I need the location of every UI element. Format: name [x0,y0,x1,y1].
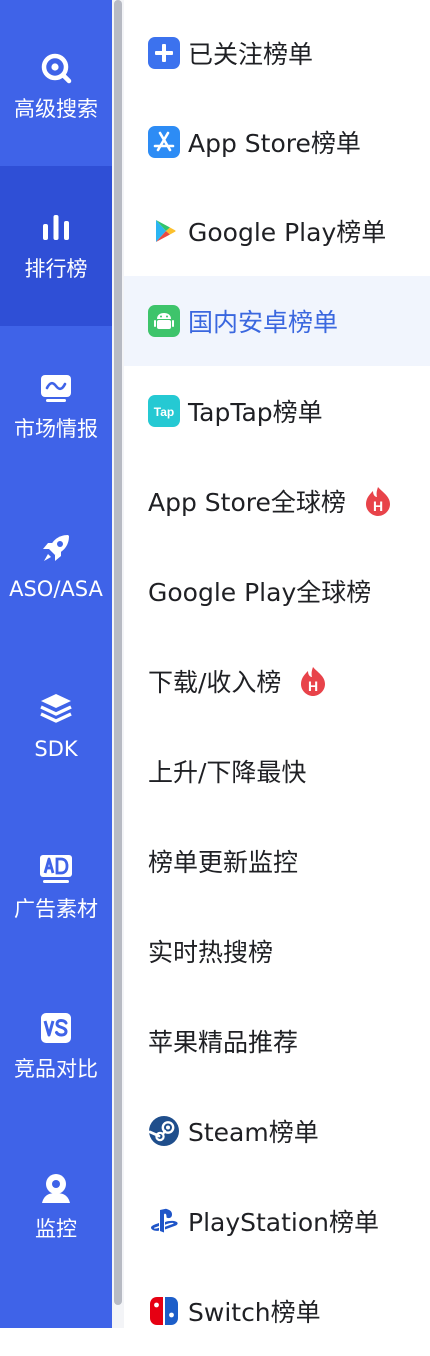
menu-item-label: App Store全球榜 [148,488,346,517]
menu-item-label: Google Play全球榜 [148,578,372,607]
menu-item-label: 已关注榜单 [188,40,314,69]
menu-item-ranking-update-monitor[interactable]: 榜单更新监控 [124,816,430,906]
menu-item-label: PlayStation榜单 [188,1208,380,1237]
scrollbar-thumb[interactable] [114,0,122,1305]
rocket-icon [43,535,69,561]
svg-text:Tap: Tap [154,405,174,419]
menu-item-label: 实时热搜榜 [148,938,274,967]
menu-item-google-play-global[interactable]: Google Play全球榜 [124,546,430,636]
menu-item-china-android-rankings[interactable]: 国内安卓榜单 [124,276,430,366]
menu-item-followed-rankings[interactable]: 已关注榜单 [124,8,430,98]
taptap-icon: Tap [148,395,180,427]
sidebar-item-label: SDK [34,737,78,761]
menu-item-taptap-rankings[interactable]: Tap TapTap榜单 [124,366,430,456]
plus-icon [148,37,180,69]
sidebar-item-label: ASO/ASA [9,577,103,601]
hot-badge-icon: H [301,667,326,696]
sidebar-item-label: 排行榜 [24,257,88,281]
menu-item-label: Switch榜单 [188,1298,321,1327]
ad-icon [40,855,72,883]
sidebar-item-aso-asa[interactable]: ASO/ASA [0,486,112,646]
vs-icon [41,1013,71,1043]
bar-chart-icon [43,215,69,240]
menu-item-app-store-global[interactable]: App Store全球榜 H [124,456,430,546]
sidebar-item-ad-creatives[interactable]: 广告素材 [0,806,112,966]
sidebar-item-label: 竞品对比 [14,1057,98,1081]
menu-item-app-store-rankings[interactable]: App Store榜单 [124,97,430,187]
menu-item-label: App Store榜单 [188,129,361,158]
playstation-icon [151,1208,178,1233]
menu-item-label: 上升/下降最快 [148,758,307,787]
menu-item-steam-rankings[interactable]: Steam榜单 [124,1086,430,1176]
sidebar-item-label: 高级搜索 [14,97,98,121]
sidebar-item-market-intel[interactable]: 市场情报 [0,326,112,486]
menu-item-download-revenue[interactable]: 下载/收入榜 H [124,636,430,726]
sidebar-item-competitor-compare[interactable]: 竞品对比 [0,966,112,1126]
menu-item-fastest-movers[interactable]: 上升/下降最快 [124,726,430,816]
sidebar-item-sdk[interactable]: SDK [0,646,112,806]
menu-item-playstation-rankings[interactable]: PlayStation榜单 [124,1176,430,1266]
menu-item-label: 下载/收入榜 [148,668,282,697]
menu-item-label: TapTap榜单 [188,398,323,427]
switch-icon [150,1297,178,1325]
rankings-submenu: 已关注榜单 App Store榜单 Google Play榜单 国内安卓榜单 T… [124,0,430,1328]
menu-item-realtime-hot-search[interactable]: 实时热搜榜 [124,906,430,996]
menu-item-label: Google Play榜单 [188,218,387,247]
sidebar-item-advanced-search[interactable]: 高级搜索 [0,6,112,166]
android-icon [148,305,180,337]
sidebar-item-monitor[interactable]: 监控 [0,1126,112,1286]
monitor-user-icon [42,1174,70,1203]
menu-item-label: 国内安卓榜单 [188,308,339,337]
layers-icon [40,694,72,723]
steam-icon [148,1116,179,1146]
market-trend-icon [41,375,71,402]
svg-text:H: H [373,498,383,514]
sidebar-item-label: 市场情报 [14,417,98,441]
sidebar-nav: 高级搜索 排行榜 市场情报 ASO/ASA SDK 广告素材 竞品对比 监控 [0,0,112,1328]
menu-item-google-play-rankings[interactable]: Google Play榜单 [124,186,430,276]
menu-item-label: Steam榜单 [188,1118,319,1147]
menu-item-switch-rankings[interactable]: Switch榜单 [124,1266,430,1356]
hot-badge-icon: H [365,487,390,516]
app-store-icon [148,126,180,158]
menu-item-apple-featured[interactable]: 苹果精品推荐 [124,996,430,1086]
sidebar-item-label: 监控 [35,1217,77,1241]
sidebar-item-label: 广告素材 [14,897,98,921]
search-icon [41,53,72,84]
svg-text:H: H [308,678,318,694]
google-play-icon [156,220,176,242]
menu-item-label: 苹果精品推荐 [148,1028,299,1057]
menu-item-label: 榜单更新监控 [148,848,299,877]
sidebar-item-rankings[interactable]: 排行榜 [0,166,112,326]
